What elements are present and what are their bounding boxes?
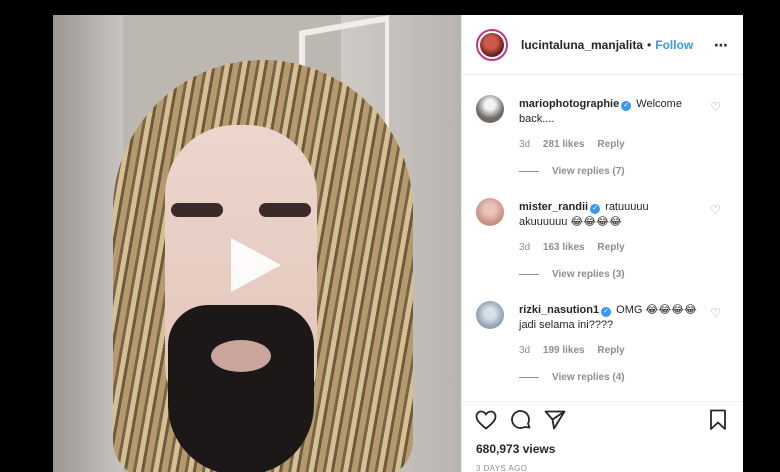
reply-button[interactable]: Reply xyxy=(597,242,624,253)
comment-text-block: mister_randii ✓ ratuuuuu akuuuuuu 😂😂😂😂 xyxy=(519,200,699,230)
comment-username[interactable]: mister_randii xyxy=(519,201,588,213)
comment-likes[interactable]: 199 likes xyxy=(543,345,585,356)
comment-meta: 3d 163 likes Reply xyxy=(519,242,635,253)
comment-time: 3d xyxy=(519,242,531,253)
verified-icon: ✓ xyxy=(590,204,601,214)
comment-meta: 3d 199 likes Reply xyxy=(519,345,635,356)
comment-text-block: mariophotographie ✓ Welcome back.... xyxy=(519,97,699,127)
comments-list: mariophotographie ✓ Welcome back.... ♡ 3d… xyxy=(462,75,743,401)
like-heart-icon[interactable]: ♡ xyxy=(710,100,721,114)
view-replies-button[interactable]: View replies (4) xyxy=(519,372,625,383)
comment-item: mariophotographie ✓ Welcome back.... ♡ 3d… xyxy=(462,75,743,178)
comment-item: mister_randii ✓ ratuuuuu akuuuuuu 😂😂😂😂 ♡ … xyxy=(462,178,743,281)
comment-likes[interactable]: 163 likes xyxy=(543,242,585,253)
comment-meta: 3d 281 likes Reply xyxy=(519,139,635,150)
comment-avatar[interactable] xyxy=(476,198,504,226)
comment-likes[interactable]: 281 likes xyxy=(543,139,585,150)
verified-icon: ✓ xyxy=(601,307,612,317)
view-replies-label: View replies (4) xyxy=(552,372,625,383)
view-count[interactable]: 680,973 views xyxy=(476,442,555,456)
comment-text-block: rizki_nasution1 ✓ OMG 😂😂😂😂 jadi selama in… xyxy=(519,303,699,333)
play-icon[interactable] xyxy=(231,238,281,292)
avatar[interactable] xyxy=(476,28,508,61)
comment-username[interactable]: rizki_nasution1 xyxy=(519,304,599,316)
reply-button[interactable]: Reply xyxy=(597,345,624,356)
owner-username[interactable]: lucintaluna_manjalita xyxy=(521,38,643,52)
comment-time: 3d xyxy=(519,345,531,356)
reply-button[interactable]: Reply xyxy=(597,139,624,150)
left-eye xyxy=(171,203,223,217)
post-modal: lucintaluna_manjalita • Follow ⋯ marioph… xyxy=(53,15,743,472)
view-replies-button[interactable]: View replies (7) xyxy=(519,166,625,177)
verified-icon: ✓ xyxy=(621,101,632,111)
more-options-icon[interactable]: ⋯ xyxy=(714,37,729,54)
view-replies-label: View replies (7) xyxy=(552,166,625,177)
post-sidebar: lucintaluna_manjalita • Follow ⋯ marioph… xyxy=(461,15,743,472)
post-actions: 680,973 views 3 DAYS AGO xyxy=(462,401,743,472)
view-replies-label: View replies (3) xyxy=(552,269,625,280)
separator-dot: • xyxy=(647,37,652,52)
beard xyxy=(168,305,314,472)
right-eye xyxy=(259,203,311,217)
mouth xyxy=(211,340,271,372)
comment-username[interactable]: mariophotographie xyxy=(519,98,619,110)
share-icon[interactable] xyxy=(543,408,567,432)
comment-avatar[interactable] xyxy=(476,95,504,123)
video-player[interactable] xyxy=(53,15,461,472)
comment-time: 3d xyxy=(519,139,531,150)
post-header: lucintaluna_manjalita • Follow ⋯ xyxy=(462,15,743,75)
comment-item: rizki_nasution1 ✓ OMG 😂😂😂😂 jadi selama in… xyxy=(462,281,743,384)
comment-icon[interactable] xyxy=(509,408,533,432)
heart-icon[interactable] xyxy=(474,408,498,432)
avatar-image xyxy=(480,32,504,57)
like-heart-icon[interactable]: ♡ xyxy=(710,203,721,217)
bookmark-icon[interactable] xyxy=(706,408,730,432)
like-heart-icon[interactable]: ♡ xyxy=(710,306,721,320)
comment-avatar[interactable] xyxy=(476,301,504,329)
view-replies-button[interactable]: View replies (3) xyxy=(519,269,625,280)
post-date[interactable]: 3 DAYS AGO xyxy=(476,464,527,472)
follow-button[interactable]: Follow xyxy=(655,38,693,52)
